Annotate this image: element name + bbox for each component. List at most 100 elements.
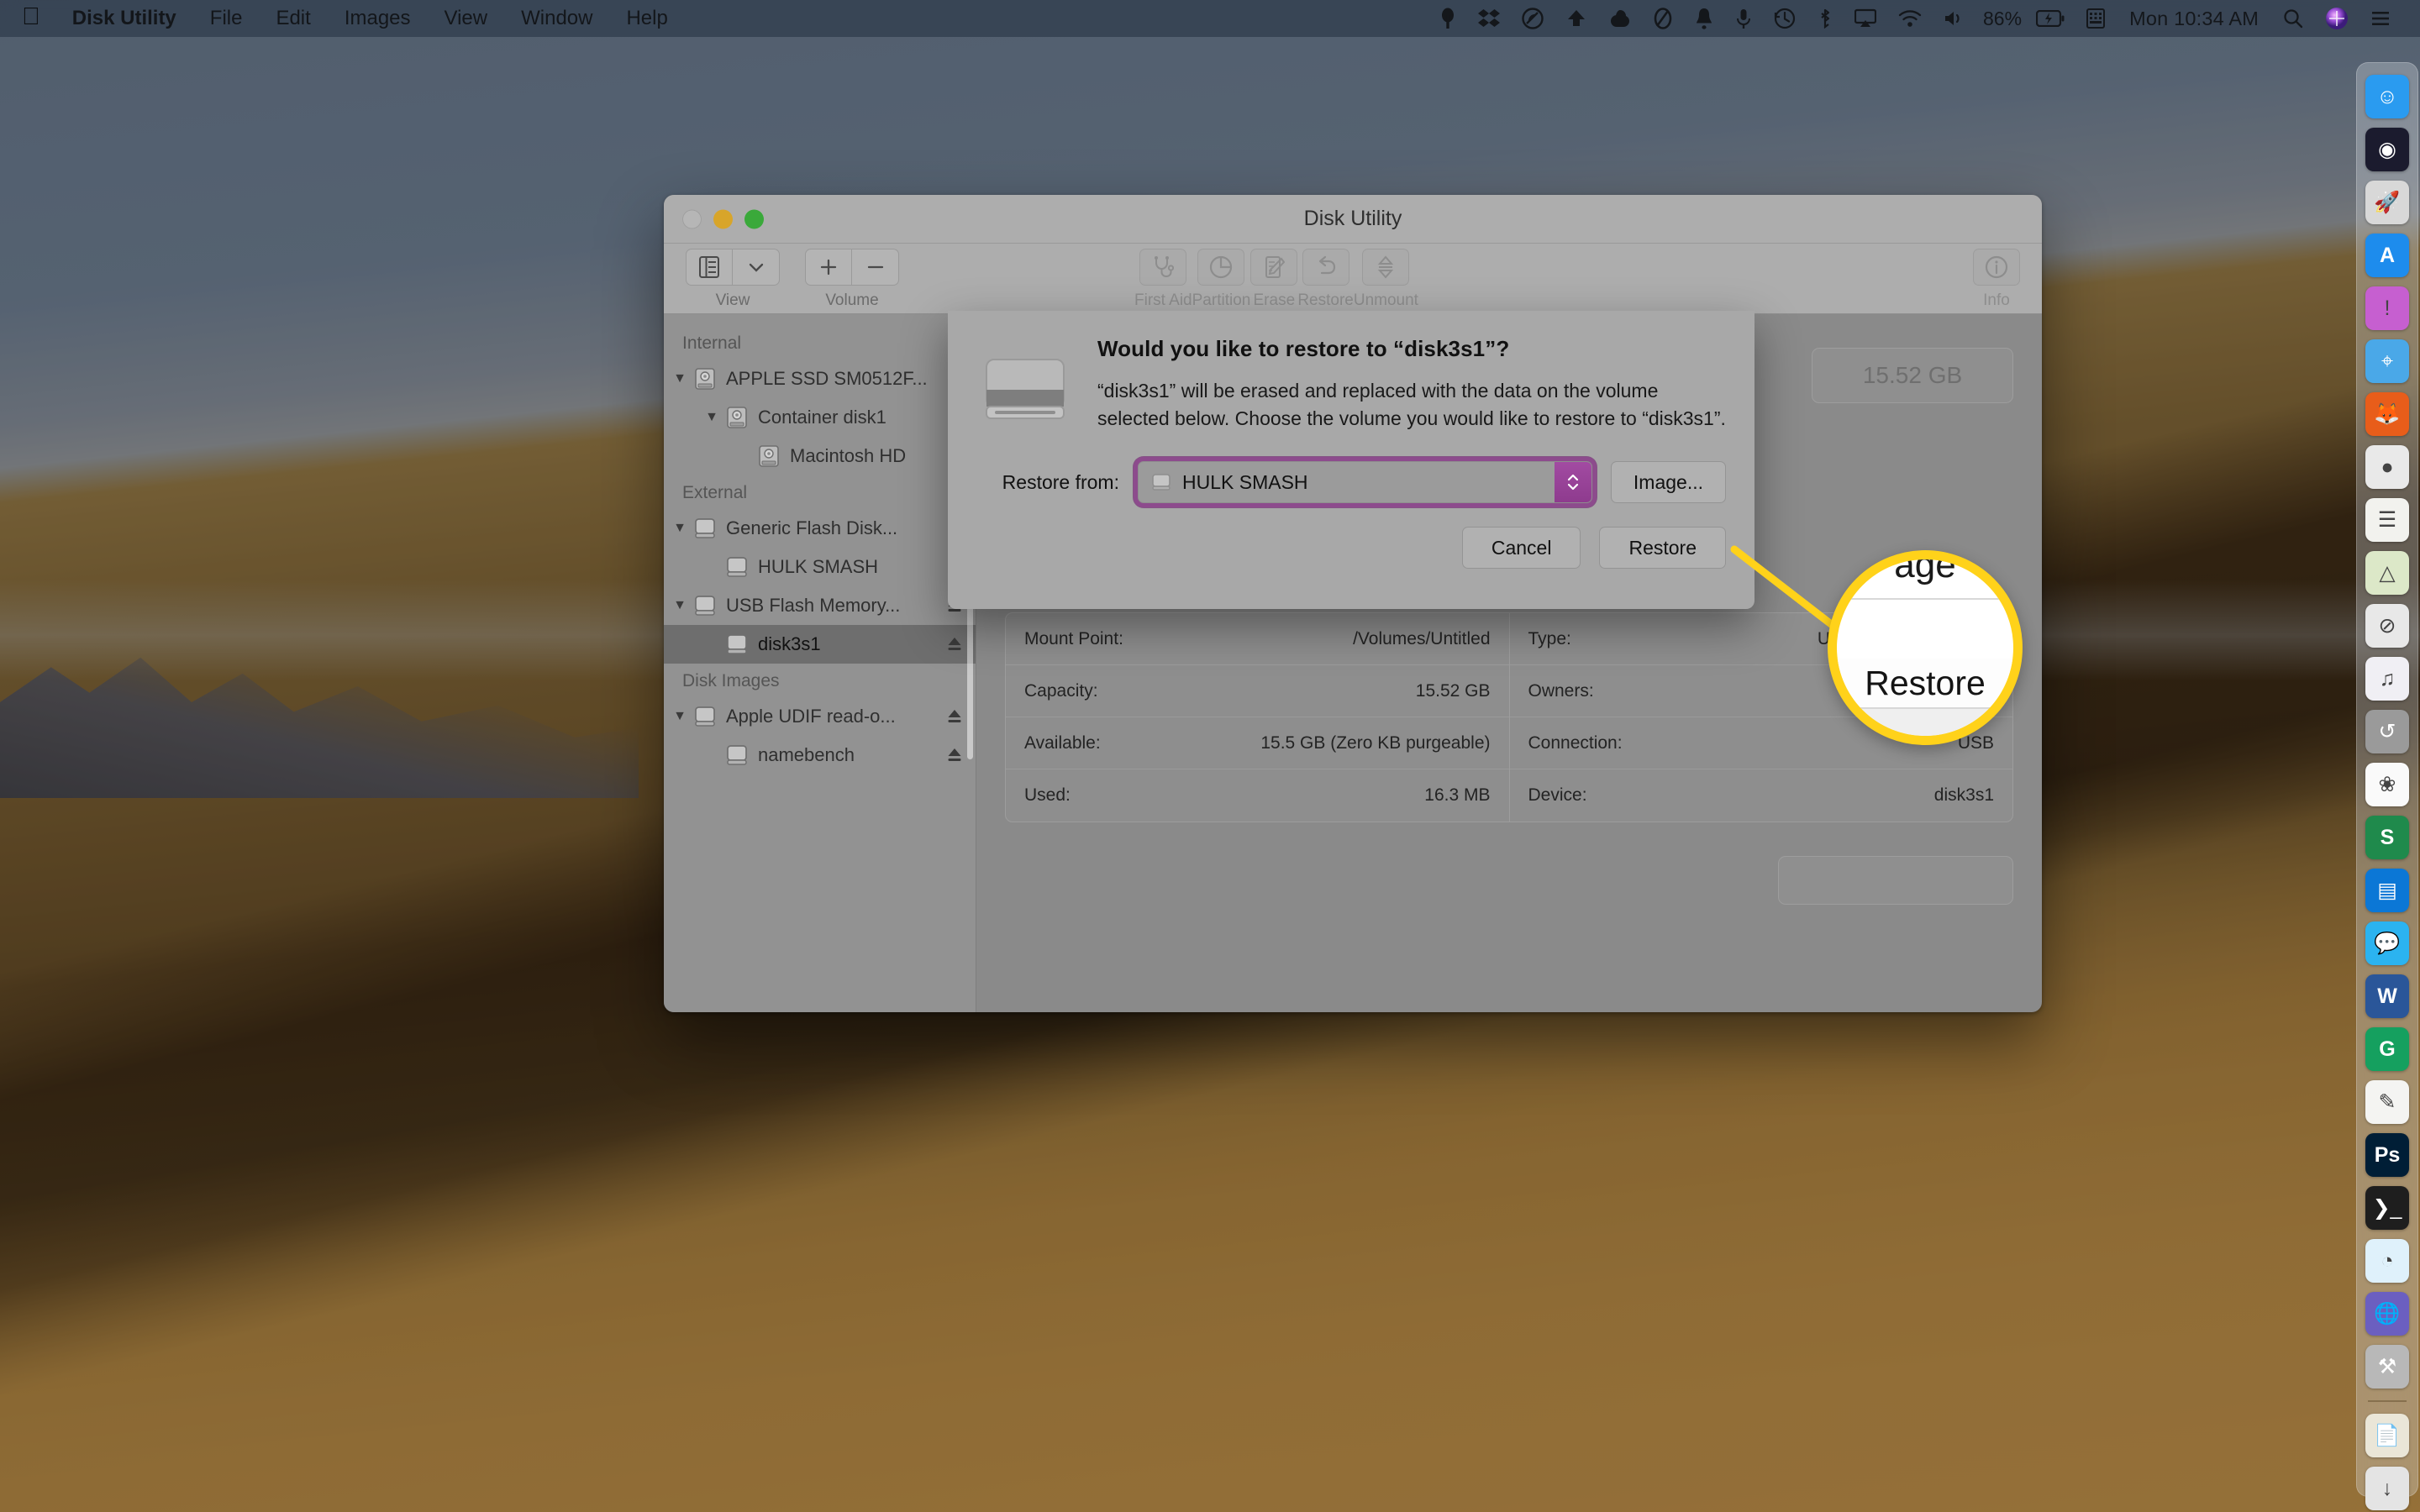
sidebar-item-macintosh-hd[interactable]: ▼Macintosh HD: [664, 437, 976, 475]
close-button[interactable]: [682, 209, 702, 228]
up-down-chevrons-icon[interactable]: [1555, 462, 1591, 502]
app-store-icon[interactable]: A: [2365, 234, 2409, 277]
internal-drive-icon: [724, 405, 750, 430]
notification-bell-icon[interactable]: [1684, 8, 1724, 29]
toolbar-button-erase[interactable]: Erase: [1250, 249, 1297, 310]
minimize-button[interactable]: [713, 209, 733, 228]
notification-center-icon[interactable]: [2360, 9, 2402, 28]
sidebar-icon[interactable]: [686, 249, 733, 286]
documents-stack-icon[interactable]: 📄: [2365, 1414, 2409, 1457]
toolbar-button-unmount[interactable]: Unmount: [1354, 249, 1418, 310]
downloads-stack-icon[interactable]: ↓: [2365, 1467, 2409, 1510]
zoom-button[interactable]: [744, 209, 764, 228]
menu-item-help[interactable]: Help: [609, 0, 684, 37]
toolbar-button-first-aid[interactable]: First Aid: [1134, 249, 1192, 310]
sidebar-item-container-disk1[interactable]: ▼Container disk1: [664, 398, 976, 437]
info-row: Device:disk3s1: [1510, 769, 2013, 822]
terminal-icon[interactable]: ❯_: [2365, 1186, 2409, 1230]
sidebar-item-namebench[interactable]: ▼namebench: [664, 736, 976, 774]
1password-icon[interactable]: [1428, 8, 1467, 29]
disclosure-triangle-icon[interactable]: ▼: [699, 410, 724, 425]
time-machine-icon[interactable]: ↺: [2365, 710, 2409, 753]
battery-charging-icon[interactable]: [2025, 10, 2075, 27]
menu-item-file[interactable]: File: [193, 0, 260, 37]
sidebar-item-hulk-smash[interactable]: ▼HULK SMASH: [664, 548, 976, 586]
toolbar-button-info[interactable]: Info: [1973, 249, 2020, 310]
disclosure-triangle-icon[interactable]: ▼: [667, 598, 692, 613]
cancel-button[interactable]: Cancel: [1462, 527, 1581, 569]
globe-app-icon[interactable]: 🌐: [2365, 1292, 2409, 1336]
trello-icon[interactable]: ▤: [2365, 869, 2409, 912]
menu-item-images[interactable]: Images: [328, 0, 428, 37]
blocked-app-icon[interactable]: ⊘: [2365, 604, 2409, 648]
disclosure-triangle-icon[interactable]: ▼: [667, 371, 692, 386]
image-button[interactable]: Image...: [1611, 461, 1726, 503]
erase-document-icon[interactable]: [1250, 249, 1297, 286]
sheets-icon[interactable]: S: [2365, 816, 2409, 859]
airplay-icon[interactable]: [1844, 8, 1887, 29]
pie-chart-icon[interactable]: [1197, 249, 1244, 286]
cloud-icon[interactable]: [1598, 8, 1642, 29]
siri-icon[interactable]: ◉: [2365, 128, 2409, 171]
stethoscope-icon[interactable]: [1139, 249, 1186, 286]
dropbox-icon[interactable]: [1467, 8, 1511, 29]
menu-bar-clock[interactable]: Mon 10:34 AM: [2116, 0, 2272, 37]
eject-arrows-icon[interactable]: [1362, 249, 1409, 286]
creative-cloud-icon[interactable]: [1511, 8, 1555, 29]
safari-icon[interactable]: ⌖: [2365, 339, 2409, 383]
word-icon[interactable]: W: [2365, 974, 2409, 1018]
plus-icon[interactable]: [805, 249, 852, 286]
photos-icon[interactable]: ❀: [2365, 763, 2409, 806]
toolbar-label-erase: Erase: [1254, 291, 1296, 310]
textedit-icon[interactable]: ✎: [2365, 1080, 2409, 1124]
photoshop-icon[interactable]: Ps: [2365, 1133, 2409, 1177]
volume-icon[interactable]: [1933, 9, 1975, 28]
menu-item-window[interactable]: Window: [504, 0, 609, 37]
chrome-icon[interactable]: ●: [2365, 445, 2409, 489]
secondary-field[interactable]: [1778, 856, 2013, 905]
wifi-app-icon[interactable]: ◔: [2365, 1239, 2409, 1283]
disclosure-triangle-icon[interactable]: ▼: [667, 521, 692, 536]
disk-utility-icon[interactable]: ⚒: [2365, 1345, 2409, 1389]
wifi-icon[interactable]: [1887, 9, 1933, 28]
keyboard-input-icon[interactable]: [2075, 8, 2116, 29]
restore-button[interactable]: Restore: [1599, 527, 1726, 569]
bluetooth-icon[interactable]: [1807, 8, 1844, 29]
sidebar-item-apple-udif-read-o[interactable]: ▼Apple UDIF read-o...: [664, 697, 976, 736]
grammarly-icon[interactable]: G: [2365, 1027, 2409, 1071]
toolbar-button-partition[interactable]: Partition: [1192, 249, 1251, 310]
minus-icon[interactable]: [852, 249, 899, 286]
alert-app-icon[interactable]: !: [2365, 286, 2409, 330]
spotlight-search-icon[interactable]: [2272, 8, 2314, 29]
menu-item-disk-utility[interactable]: Disk Utility: [55, 0, 193, 37]
restore-from-select[interactable]: HULK SMASH: [1138, 461, 1592, 503]
eject-icon[interactable]: [945, 635, 964, 654]
apple-logo-icon[interactable]: : [18, 0, 55, 39]
callout-magnifier: age Restore: [1828, 550, 2023, 745]
grammarly-icon[interactable]: [1642, 8, 1684, 29]
onedrive-icon[interactable]: [1555, 8, 1598, 29]
firefox-icon[interactable]: 🦊: [2365, 392, 2409, 436]
time-machine-icon[interactable]: [1763, 8, 1807, 29]
menu-item-view[interactable]: View: [428, 0, 505, 37]
finder-icon[interactable]: ☺: [2365, 75, 2409, 118]
chevron-down-icon[interactable]: [733, 249, 780, 286]
sidebar-item-usb-flash-memory[interactable]: ▼USB Flash Memory...: [664, 586, 976, 625]
maps-icon[interactable]: △: [2365, 551, 2409, 595]
sidebar-item-disk3s1[interactable]: ▼disk3s1: [664, 625, 976, 664]
toolbar-button-restore[interactable]: Restore: [1297, 249, 1354, 310]
siri-icon[interactable]: [2314, 7, 2360, 30]
microphone-icon[interactable]: [1724, 8, 1763, 29]
messages-icon[interactable]: 💬: [2365, 921, 2409, 965]
disclosure-triangle-icon[interactable]: ▼: [667, 709, 692, 724]
eject-icon[interactable]: [945, 707, 964, 726]
launchpad-icon[interactable]: 🚀: [2365, 181, 2409, 224]
notes-app-icon[interactable]: ☰: [2365, 498, 2409, 542]
itunes-icon[interactable]: ♫: [2365, 657, 2409, 701]
menu-item-edit[interactable]: Edit: [259, 0, 327, 37]
sidebar-item-generic-flash-disk[interactable]: ▼Generic Flash Disk...: [664, 509, 976, 548]
undo-arrow-icon[interactable]: [1302, 249, 1349, 286]
info-circle-icon[interactable]: [1973, 249, 2020, 286]
sidebar-item-apple-ssd-sm0512f[interactable]: ▼APPLE SSD SM0512F...: [664, 360, 976, 398]
eject-icon[interactable]: [945, 746, 964, 764]
